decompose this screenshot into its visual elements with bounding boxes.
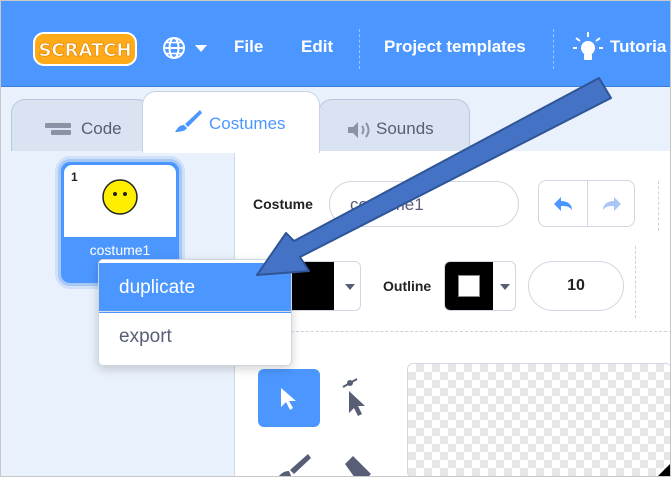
menu-separator — [553, 29, 554, 69]
undo-button[interactable] — [539, 181, 587, 226]
speaker-icon — [348, 122, 370, 138]
svg-text:SCRATCH: SCRATCH — [38, 40, 131, 61]
lightbulb-icon[interactable] — [573, 32, 603, 64]
costume-name-label: Costume — [253, 196, 313, 212]
select-tool-button[interactable] — [258, 369, 320, 427]
menu-edit[interactable]: Edit — [301, 37, 333, 57]
tab-costumes[interactable]: Costumes — [142, 91, 320, 153]
drawing-canvas[interactable] — [407, 363, 670, 476]
menu-item-duplicate[interactable]: duplicate — [99, 263, 291, 313]
costume-name-input[interactable]: costume1 — [329, 181, 519, 227]
toolbar-separator — [635, 246, 636, 318]
menu-tutorials[interactable]: Tutoria — [610, 37, 666, 57]
brush-tool-button[interactable] — [268, 446, 318, 476]
menu-project-templates[interactable]: Project templates — [384, 37, 526, 57]
reshape-tool-icon — [342, 378, 365, 416]
outline-label: Outline — [383, 278, 432, 294]
menu-separator — [359, 29, 360, 69]
chevron-down-icon — [345, 284, 355, 290]
tab-code[interactable]: Code — [11, 99, 151, 151]
toolbar-separator — [658, 181, 659, 231]
undo-icon — [554, 197, 572, 211]
redo-icon — [603, 197, 621, 211]
canvas-corner-shape — [658, 464, 670, 476]
outline-color-swatch — [445, 262, 493, 310]
costume-number: 1 — [71, 170, 78, 184]
outline-width-input[interactable]: 10 — [528, 261, 624, 311]
code-blocks-icon — [45, 123, 71, 135]
redo-button[interactable] — [587, 181, 634, 226]
reshape-tool-button[interactable] — [331, 369, 381, 427]
costume-name-label: costume1 — [89, 242, 151, 258]
select-tool-icon — [281, 388, 296, 410]
eraser-tool-button[interactable] — [331, 446, 381, 476]
fill-color-picker[interactable] — [283, 261, 361, 311]
costume-thumbnail[interactable]: 1 — [64, 165, 176, 237]
paintbrush-icon — [175, 110, 202, 132]
tab-sounds-label: Sounds — [376, 119, 434, 138]
tab-costumes-label: Costumes — [209, 114, 286, 133]
eraser-tool-icon — [345, 456, 371, 476]
smiley-face-icon — [102, 179, 138, 215]
tab-code-label: Code — [81, 119, 122, 138]
menu-bar: SCRATCH File Edit Project templates Tuto… — [1, 1, 670, 87]
undo-redo-group — [538, 180, 635, 227]
menu-file[interactable]: File — [234, 37, 263, 57]
menu-item-export[interactable]: export — [99, 312, 291, 362]
scratch-logo[interactable]: SCRATCH — [33, 30, 137, 68]
costume-context-menu: duplicate export — [98, 259, 292, 366]
brush-tool-icon — [278, 454, 311, 476]
tab-sounds[interactable]: Sounds — [318, 99, 470, 151]
chevron-down-icon — [500, 284, 510, 290]
toolbar-divider — [251, 331, 670, 332]
globe-icon[interactable] — [161, 35, 211, 61]
scratch-editor-window: SCRATCH File Edit Project templates Tuto… — [0, 0, 671, 477]
outline-color-picker[interactable] — [444, 261, 516, 311]
